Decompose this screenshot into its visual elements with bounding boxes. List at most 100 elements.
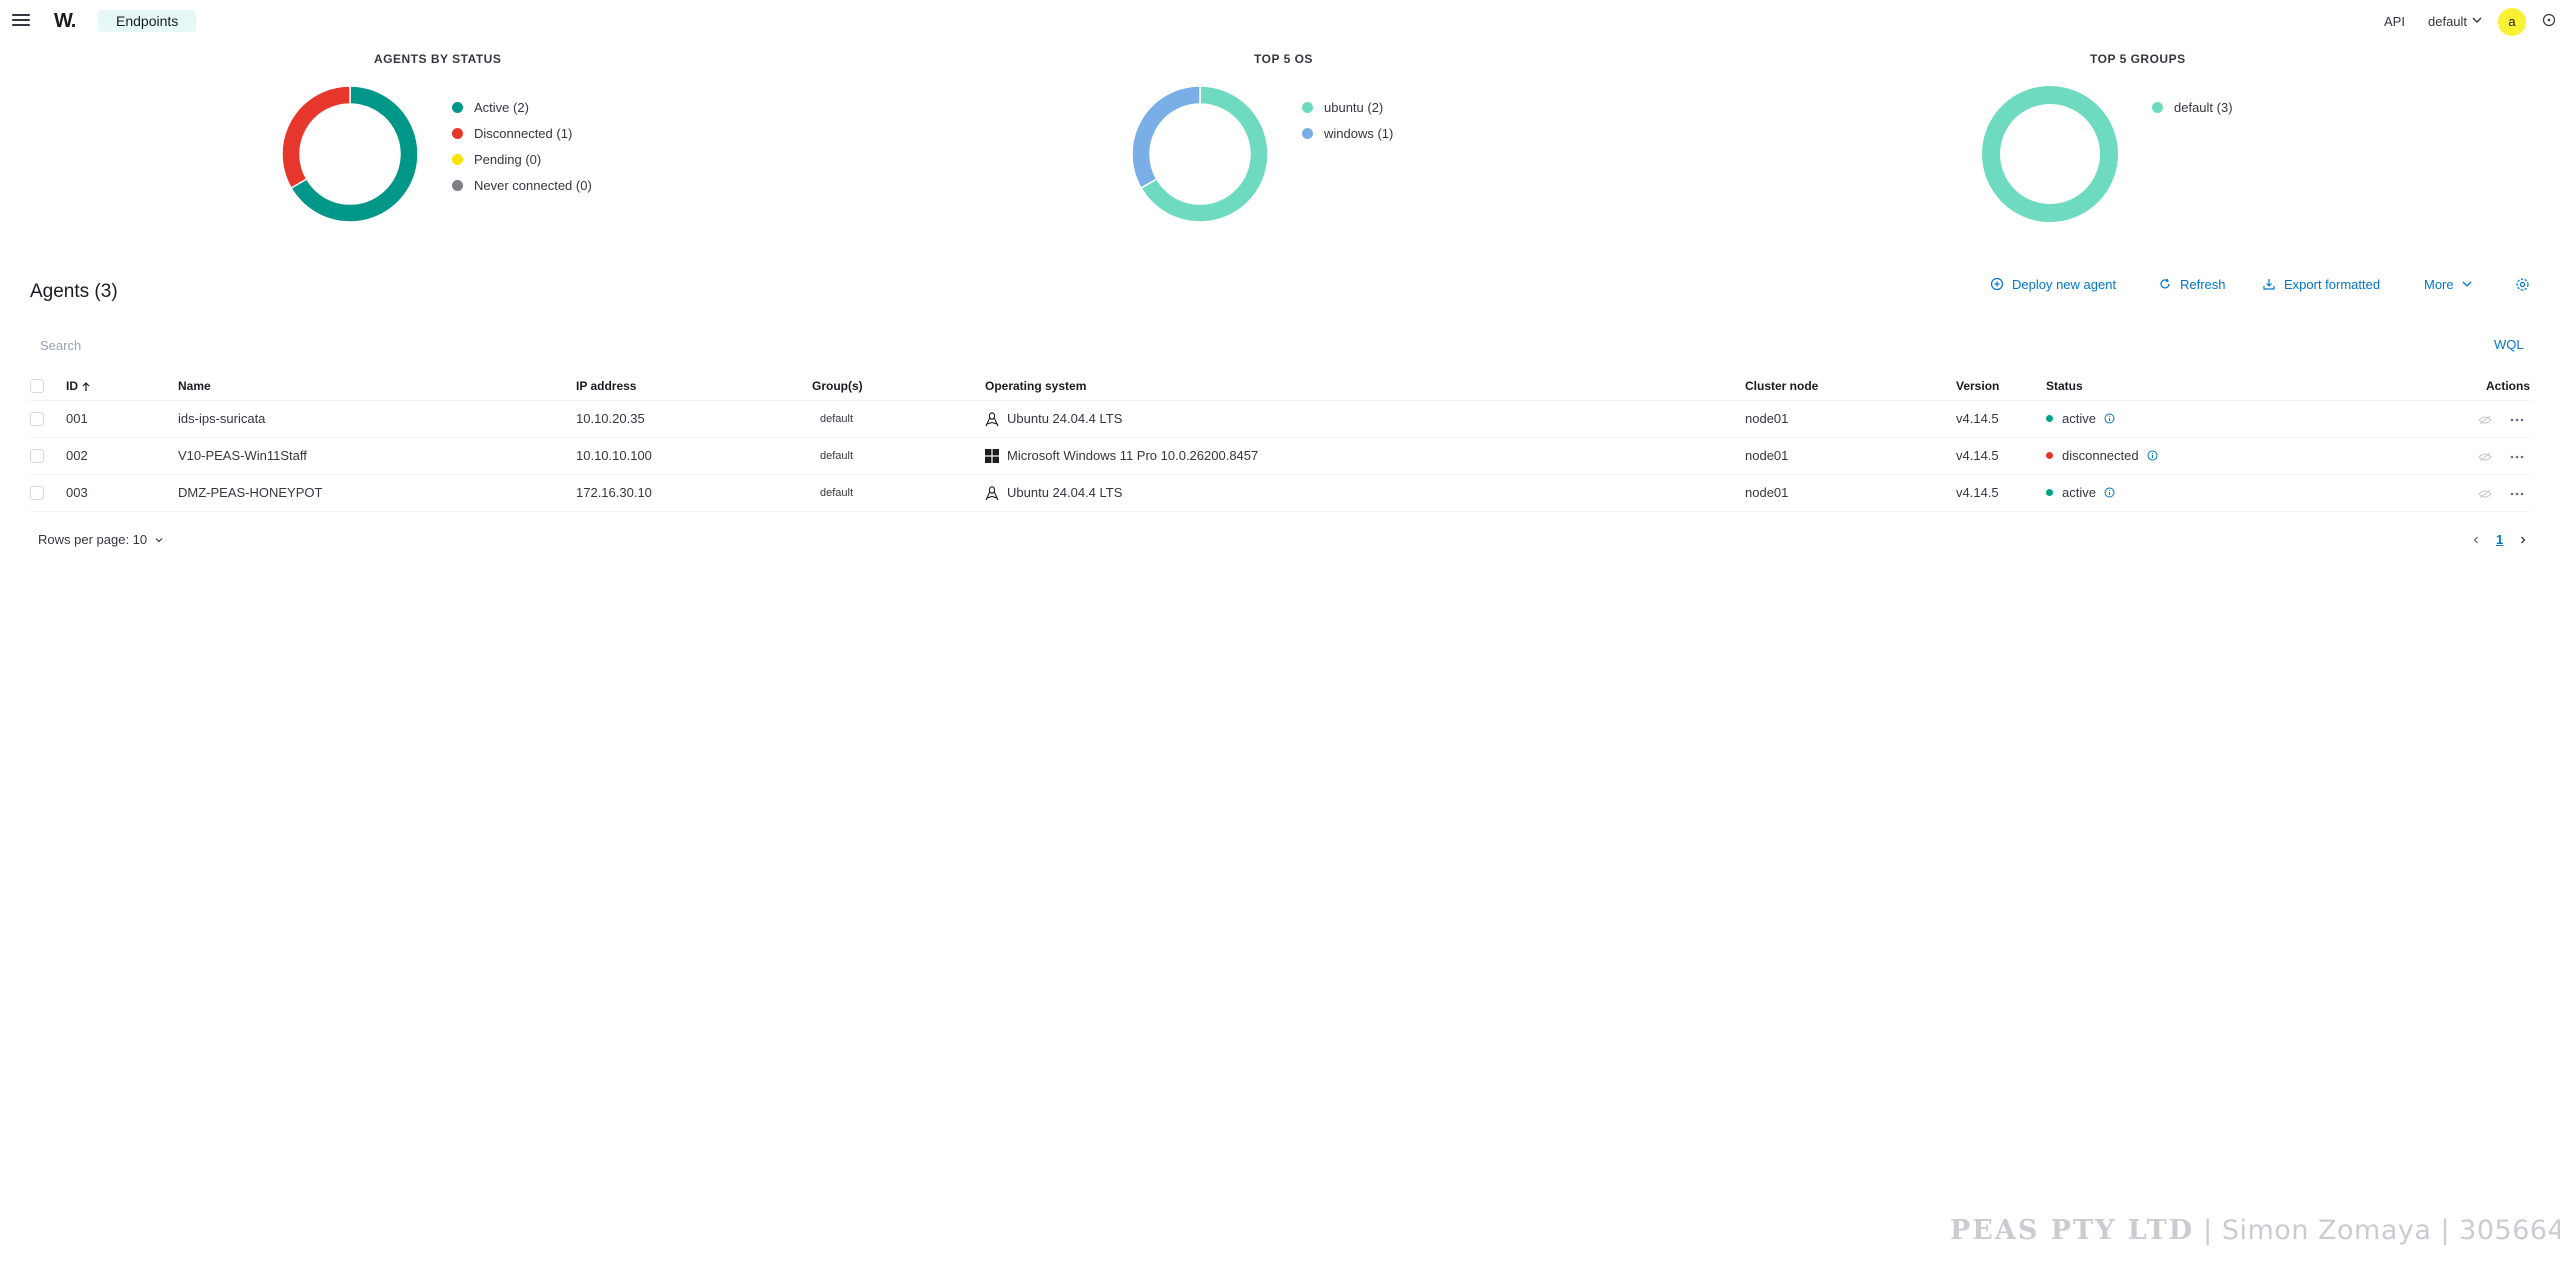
watermark-text: | Simon Zomaya | 305664626 [2203,1215,2560,1246]
linux-icon [985,485,999,500]
legend-item-pending[interactable]: Pending (0) [452,146,592,172]
more-actions-icon[interactable] [2510,418,2524,422]
agent-id: 001 [66,400,178,438]
legend-item-windows[interactable]: windows (1) [1302,120,1393,146]
page-1-link[interactable]: 1 [2496,532,2503,547]
group-badge[interactable]: default [812,411,861,427]
chart-title: AGENTS BY STATUS [374,52,502,66]
search-input[interactable] [30,333,2510,357]
donut-slice-disconnected[interactable] [281,85,351,190]
row-checkbox[interactable] [30,486,44,501]
agent-cluster-node: node01 [1745,437,1956,475]
table-header-row: ID Name IP address Group(s) Operating sy… [30,372,2530,401]
agent-os: Ubuntu 24.04.4 LTS [1007,485,1123,500]
os-donut [1131,85,1269,223]
app-logo[interactable]: W. [54,10,76,33]
table-settings-button[interactable] [2515,277,2538,292]
eye-closed-icon[interactable] [2478,489,2492,499]
chevron-down-icon [155,537,163,542]
chevron-left-icon[interactable] [2470,534,2482,546]
windows-icon [985,448,999,463]
agent-cluster-node: node01 [1745,474,1956,512]
wql-toggle[interactable]: WQL [2494,337,2524,352]
status-dot [2046,489,2053,496]
tenant-selector[interactable]: default [2428,14,2467,29]
status-dot [2046,415,2053,422]
chart-title: TOP 5 OS [1254,52,1313,66]
col-header-id[interactable]: ID [66,372,178,401]
select-all-checkbox[interactable] [30,379,44,394]
gear-icon [2516,277,2529,291]
col-header-os[interactable]: Operating system [985,372,1745,401]
more-dropdown[interactable]: More [2424,277,2474,292]
chart-agents-by-status: AGENTS BY STATUS Active (2) Disconnected… [280,52,640,232]
watermark: PEAS PTY LTD | Simon Zomaya | 305664626 [1950,1215,2560,1246]
help-icon[interactable] [2542,13,2556,27]
eye-closed-icon[interactable] [2478,452,2492,462]
agent-cluster-node: node01 [1745,400,1956,438]
deploy-agent-button[interactable]: Deploy new agent [1990,277,2116,292]
breadcrumb-endpoints[interactable]: Endpoints [98,10,197,32]
api-link[interactable]: API [2384,14,2405,29]
agent-os: Ubuntu 24.04.4 LTS [1007,411,1123,426]
agent-ip: 172.16.30.10 [576,474,812,512]
table-row[interactable]: 003 DMZ-PEAS-HONEYPOT 172.16.30.10 default U… [30,474,2530,512]
agents-title: Agents (3) [30,281,118,302]
more-actions-icon[interactable] [2510,455,2524,459]
agent-version: v4.14.5 [1956,437,2046,475]
table-row[interactable]: 001 ids-ips-suricata 10.10.20.35 default Ubu… [30,400,2530,438]
plus-circle-icon [1990,277,2004,291]
donut-slice-windows[interactable] [1131,85,1201,190]
legend-item-default[interactable]: default (3) [2152,94,2233,120]
legend-item-active[interactable]: Active (2) [452,94,592,120]
export-formatted-button[interactable]: Export formatted [2262,277,2380,292]
table-row[interactable]: 002 V10-PEAS-Win11Staff 10.10.10.100 defaul… [30,437,2530,475]
agent-name: DMZ-PEAS-HONEYPOT [178,474,576,512]
eye-closed-icon[interactable] [2478,415,2492,425]
info-icon[interactable] [2104,487,2115,498]
chart-top-groups: TOP 5 GROUPS default (3) [1980,52,2280,232]
more-actions-icon[interactable] [2510,492,2524,496]
legend-item-never-connected[interactable]: Never connected (0) [452,172,592,198]
agent-os: Microsoft Windows 11 Pro 10.0.26200.8457 [1007,448,1259,463]
col-header-status[interactable]: Status [2046,372,2450,401]
info-icon[interactable] [2147,450,2158,461]
agent-version: v4.14.5 [1956,400,2046,438]
sort-asc-icon [82,381,90,391]
agent-version: v4.14.5 [1956,474,2046,512]
chart-title: TOP 5 GROUPS [2090,52,2186,66]
info-icon[interactable] [2104,413,2115,424]
col-header-name[interactable]: Name [178,372,576,401]
agent-id: 002 [66,437,178,475]
chevron-down-icon[interactable] [2470,13,2484,27]
col-header-version[interactable]: Version [1956,372,2046,401]
groups-legend: default (3) [2152,94,2233,120]
col-header-ip[interactable]: IP address [576,372,812,401]
row-checkbox[interactable] [30,449,44,464]
export-icon [2263,279,2275,290]
col-header-actions: Actions [2450,372,2530,401]
agents-table: ID Name IP address Group(s) Operating sy… [30,372,2530,512]
agent-status: active [2062,411,2096,426]
refresh-icon [2160,278,2170,289]
legend-item-disconnected[interactable]: Disconnected (1) [452,120,592,146]
chart-top-os: TOP 5 OS ubuntu (2) windows (1) [1130,52,1430,232]
agent-ip: 10.10.10.100 [576,437,812,475]
refresh-button[interactable]: Refresh [2158,277,2226,292]
chevron-right-icon[interactable] [2517,534,2529,546]
col-header-cluster-node[interactable]: Cluster node [1745,372,1956,401]
group-badge[interactable]: default [812,485,861,501]
watermark-logo: PEAS PTY LTD [1950,1215,2195,1246]
menu-icon[interactable] [12,12,30,28]
rows-per-page-selector[interactable]: Rows per page: 10 [38,532,165,547]
group-badge[interactable]: default [812,448,861,464]
col-header-groups[interactable]: Group(s) [812,372,985,401]
user-avatar[interactable]: a [2498,8,2526,36]
agent-ip: 10.10.20.35 [576,400,812,438]
row-checkbox[interactable] [30,412,44,427]
donut-slice-default[interactable] [1982,86,2118,222]
legend-item-ubuntu[interactable]: ubuntu (2) [1302,94,1393,120]
status-legend: Active (2) Disconnected (1) Pending (0) … [452,94,592,198]
groups-donut [1982,86,2118,222]
top-header: W. Endpoints API default a [0,0,2560,42]
